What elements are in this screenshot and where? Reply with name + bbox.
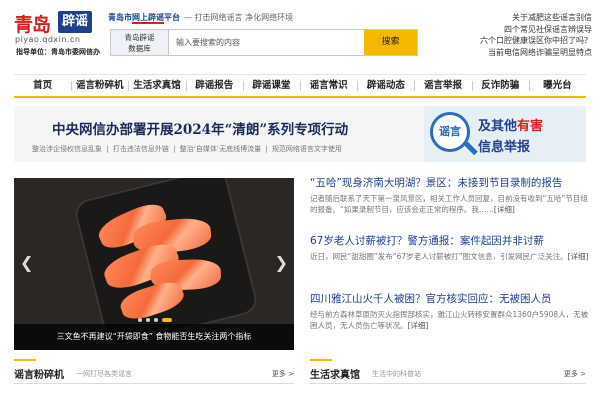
banner-topic: 整治‘自媒体’无底线博流量 (179, 145, 262, 153)
news-item: 四川雅江山火千人被困？官方核实回应：无被困人员 经与前方森林草原防灭火指挥部核实… (310, 292, 592, 350)
search-input[interactable] (170, 30, 365, 55)
report-banner[interactable]: 谣言 及其他有害 信息举报 (424, 106, 586, 162)
main-nav: 首页 谣言粉碎机 生活求真馆 辟谣报告 辟谣课堂 谣言常识 辟谣动态 谣言举报 … (14, 74, 586, 98)
nav-item-exposure[interactable]: 曝光台 (528, 75, 586, 96)
nav-item-news[interactable]: 辟谣动态 (357, 75, 414, 96)
news-title[interactable]: “五哈”现身济南大明湖？景区：未接到节目录制的报告 (310, 176, 592, 190)
section-title[interactable]: 生活求真馆 (310, 366, 360, 381)
section-header-life-truth: 生活求真馆 生活中的科普站 更多 > (310, 359, 586, 384)
news-more-link[interactable]: [详细] (494, 205, 515, 214)
news-summary: 近日，网民“甜甜圈”发布“67岁老人讨薪被打”图文信息，引发网民广泛关注。[详细… (310, 251, 592, 262)
carousel-caption[interactable]: 三文鱼不再建议“开袋即食” 食物能否生吃关注两个指标 (14, 324, 294, 350)
search-button[interactable]: 搜索 (364, 30, 417, 55)
site-logo[interactable]: 青岛 辟谣 piyao.qdxin.cn 指导单位：青岛市委网信办 (14, 10, 100, 56)
banner-separator: | (173, 145, 176, 153)
nav-item-home[interactable]: 首页 (14, 75, 71, 96)
report-title-line2: 信息举报 (478, 140, 531, 155)
platform-title: 青岛市网上辟谣平台 — 打击网络谣言 净化网络环境 (108, 12, 294, 24)
news-title[interactable]: 四川雅江山火千人被困？官方核实回应：无被困人员 (310, 292, 592, 306)
banner-title: 中央网信办部署开展2024年“清朗”系列专项行动 (52, 122, 349, 138)
campaign-banner[interactable]: 中央网信办部署开展2024年“清朗”系列专项行动 整治涉企侵权信息乱象 | 打击… (14, 106, 586, 162)
news-summary-text: 记者随后联系了天下第一泉风景区，相关工作人员回复，目前没有收到“五哈”节目组的报… (310, 194, 588, 214)
quick-link[interactable]: 四个常见社保谣言辨误导 (442, 24, 592, 36)
nav-item-classroom[interactable]: 辟谣课堂 (242, 75, 300, 96)
news-summary: 经与前方森林草原防灭火指挥部核实，雅江山火转移安置群众1360户5908人，无被… (310, 309, 592, 331)
nav-item-report-rumor[interactable]: 谣言举报 (414, 75, 471, 96)
quick-links: 关于减肥这些谣言别信 四个常见社保谣言辨误导 六个口腔健康误区你中招了吗？ 当前… (442, 12, 592, 58)
section-more-link[interactable]: 更多 > (564, 369, 586, 379)
platform-slogan: — 打击网络谣言 净化网络环境 (184, 13, 294, 22)
news-more-link[interactable]: [详细] (408, 321, 429, 330)
news-summary: 记者随后联系了天下第一泉风景区，相关工作人员回复，目前没有收到“五哈”节目组的报… (310, 193, 592, 215)
report-text: 及其他 (478, 119, 518, 134)
platform-city: 青岛市 (108, 13, 132, 22)
carousel-dot[interactable] (146, 318, 150, 322)
database-label-line1: 青岛辟谣 (124, 33, 155, 42)
logo-text: 青岛 (14, 14, 51, 36)
section-subtitle: 生活中的科普站 (372, 370, 421, 378)
section-title[interactable]: 谣言粉碎机 (14, 366, 64, 381)
news-item: “五哈”现身济南大明湖？景区：未接到节目录制的报告 记者随后联系了天下第一泉风景… (310, 176, 592, 234)
report-highlight: 有害 (517, 119, 544, 134)
search-bar: 青岛辟谣 数据库 搜索 (110, 29, 418, 56)
banner-topic: 打击违法信息外链 (112, 145, 169, 153)
news-more-link[interactable]: [详细] (568, 252, 589, 261)
nav-item-reports[interactable]: 辟谣报告 (185, 75, 243, 96)
news-item: 67岁老人讨薪被打？警方通报：案件起因并非讨薪 近日，网民“甜甜圈”发布“67岁… (310, 234, 592, 292)
nav-item-anti-fraud[interactable]: 反诈防骗 (471, 75, 529, 96)
nav-item-rumor-crusher[interactable]: 谣言粉碎机 (71, 75, 128, 96)
magnifier-handle (464, 141, 478, 156)
database-label[interactable]: 青岛辟谣 数据库 (111, 30, 169, 55)
banner-topic: 规范网络语言文字使用 (271, 145, 342, 153)
news-title[interactable]: 67岁老人讨薪被打？警方通报：案件起因并非讨薪 (310, 234, 592, 248)
platform-suffix: 平台 (164, 13, 180, 22)
site-header: 青岛 辟谣 piyao.qdxin.cn 指导单位：青岛市委网信办 青岛市网上辟… (0, 0, 600, 66)
quick-link[interactable]: 当前电信网络诈骗呈明显特点 (442, 47, 592, 59)
nav-item-common-sense[interactable]: 谣言常识 (300, 75, 357, 96)
banner-subtitle: 整治涉企侵权信息乱象 | 打击违法信息外链 | 整治‘自媒体’无底线博流量 | … (32, 144, 344, 154)
carousel-dot[interactable] (154, 318, 158, 322)
quick-link[interactable]: 六个口腔健康误区你中招了吗？ (442, 35, 592, 47)
nav-item-life-truth[interactable]: 生活求真馆 (128, 75, 185, 96)
news-summary-text: 近日，网民“甜甜圈”发布“67岁老人讨薪被打”图文信息，引发网民广泛关注。 (310, 252, 568, 261)
section-more-link[interactable]: 更多 > (272, 369, 294, 379)
platform-name: 网上辟谣 (132, 13, 164, 24)
quick-link[interactable]: 关于减肥这些谣言别信 (442, 12, 592, 24)
carousel-dot-active[interactable] (162, 318, 172, 322)
news-summary-text: 经与前方森林草原防灭火指挥部核实，雅江山火转移安置群众1360户5908人，无被… (310, 310, 589, 330)
image-carousel[interactable]: ❮ ❯ 三文鱼不再建议“开袋即食” 食物能否生吃关注两个指标 (14, 178, 294, 350)
logo-domain: piyao.qdxin.cn (15, 35, 81, 44)
section-subtitle: 一网打尽各类谣言 (76, 370, 132, 378)
news-list: “五哈”现身济南大明湖？景区：未接到节目录制的报告 记者随后联系了天下第一泉风景… (310, 176, 592, 350)
banner-separator: | (106, 145, 109, 153)
section-accent-bar (14, 359, 36, 361)
carousel-next-arrow-icon[interactable]: ❯ (275, 253, 288, 272)
section-accent-bar (310, 359, 332, 361)
section-header-rumor-crusher: 谣言粉碎机 一网打尽各类谣言 更多 > (14, 359, 294, 384)
database-label-line2: 数据库 (128, 44, 151, 53)
banner-topic: 整治涉企侵权信息乱象 (32, 145, 102, 153)
report-title-line1: 及其他有害 (478, 115, 543, 134)
carousel-indicators (138, 318, 172, 322)
carousel-prev-arrow-icon[interactable]: ❮ (20, 253, 33, 272)
carousel-dot[interactable] (138, 318, 142, 322)
banner-separator: | (265, 145, 268, 153)
logo-badge: 辟谣 (58, 11, 92, 33)
guide-unit: 指导单位：青岛市委网信办 (16, 48, 100, 56)
